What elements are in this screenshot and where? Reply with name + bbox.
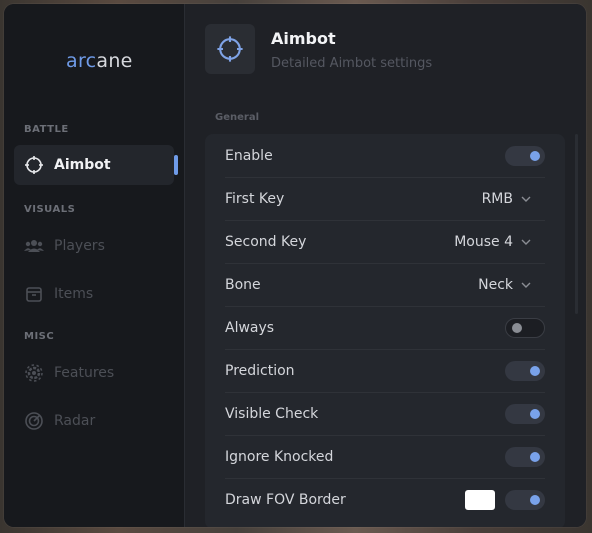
sidebar-item-label: Aimbot [54,157,111,173]
setting-label: Ignore Knocked [225,448,334,465]
setting-row-second-key: Second Key Mouse 4 [225,220,545,264]
setting-row-ignore-knocked: Ignore Knocked [225,435,545,479]
enable-toggle[interactable] [505,145,545,166]
setting-row-always: Always [225,306,545,350]
gear-icon [24,363,44,383]
setting-row-first-key: First Key RMB [225,177,545,221]
chevron-down-icon [521,239,531,245]
setting-label: Enable [225,147,273,164]
setting-row-visible-check: Visible Check [225,392,545,436]
bone-select[interactable]: Neck [478,277,545,293]
group-label: General [215,112,259,123]
setting-row-bone: Bone Neck [225,263,545,307]
section-label-battle: BATTLE [24,124,69,135]
scrollbar[interactable] [575,134,578,314]
items-icon [24,284,44,304]
setting-row-prediction: Prediction [225,349,545,393]
sidebar-item-radar[interactable]: Radar [14,401,174,441]
setting-label: Bone [225,276,261,293]
setting-label: Second Key [225,233,307,250]
first-key-select[interactable]: RMB [482,191,545,207]
section-label-visuals: VISUALS [24,204,76,215]
page-title: Aimbot [271,29,336,48]
crosshair-icon [205,24,255,74]
setting-label: Always [225,319,275,336]
visible-check-toggle[interactable] [505,403,545,424]
second-key-select[interactable]: Mouse 4 [454,234,545,250]
setting-label: First Key [225,190,285,207]
chevron-down-icon [521,282,531,288]
crosshair-icon [24,155,44,175]
radar-icon [24,411,44,431]
setting-label: Visible Check [225,405,319,422]
sidebar-item-label: Features [54,365,115,381]
sidebar-item-players[interactable]: Players [14,226,174,266]
setting-row-enable: Enable [225,134,545,178]
always-toggle[interactable] [505,317,545,338]
sidebar-item-label: Items [54,286,94,302]
prediction-toggle[interactable] [505,360,545,381]
main-panel: Aimbot Detailed Aimbot settings General … [184,4,586,527]
sidebar-item-label: Players [54,238,105,254]
setting-row-draw-fov-border: Draw FOV Border [225,478,545,521]
page-subtitle: Detailed Aimbot settings [271,56,433,71]
chevron-down-icon [521,196,531,202]
section-label-misc: MISC [24,331,55,342]
sidebar-item-features[interactable]: Features [14,353,174,393]
settings-panel: Enable First Key RMB Second Key Mouse 4 [205,134,565,527]
setting-label: Prediction [225,362,295,379]
app-logo: arcane [66,50,133,72]
ignore-knocked-toggle[interactable] [505,446,545,467]
sidebar-item-label: Radar [54,413,96,429]
app-window: arcane BATTLE Aimbot VISUALS Players Ite… [4,4,586,527]
players-icon [24,236,44,256]
sidebar-item-items[interactable]: Items [14,274,174,314]
sidebar: arcane BATTLE Aimbot VISUALS Players Ite… [4,4,184,527]
draw-fov-border-toggle[interactable] [505,489,545,510]
setting-label: Draw FOV Border [225,491,346,508]
sidebar-item-aimbot[interactable]: Aimbot [14,145,178,185]
fov-border-color-swatch[interactable] [465,489,495,510]
